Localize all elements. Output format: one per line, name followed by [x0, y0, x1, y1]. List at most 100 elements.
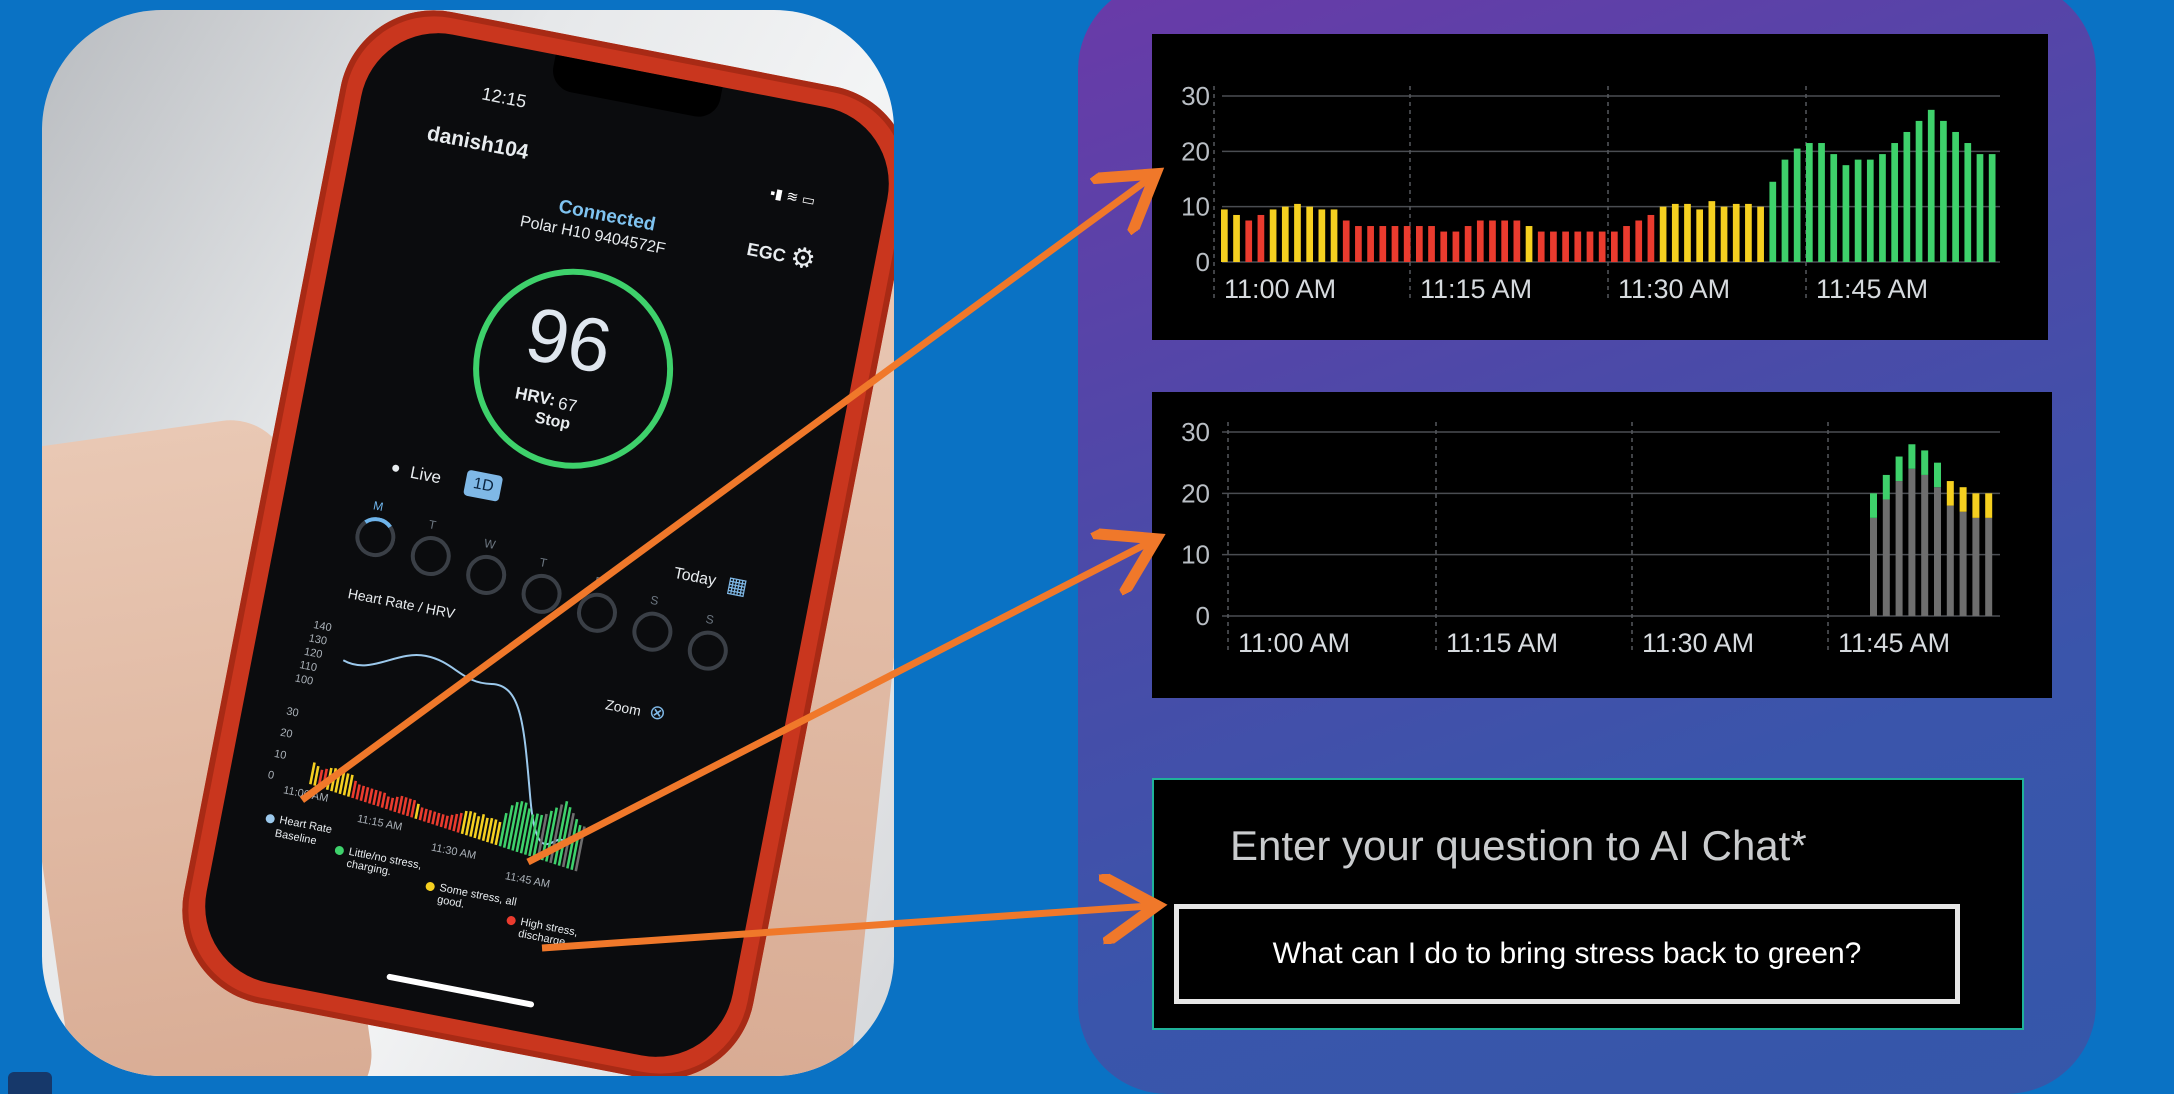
day-ring-wed[interactable] [462, 551, 510, 599]
y-tick-label: 0 [1196, 601, 1210, 631]
day-ring-thu[interactable] [518, 570, 566, 618]
bar [1623, 226, 1630, 262]
bar [1793, 148, 1801, 262]
bar [1806, 143, 1813, 262]
bar [1915, 120, 1923, 263]
bar-base [1895, 481, 1903, 616]
bar [1574, 231, 1582, 262]
score-value: 96 [519, 291, 619, 391]
bar-base [1959, 511, 1967, 616]
home-indicator[interactable] [386, 973, 535, 1008]
calendar-icon[interactable]: ▦ [724, 571, 750, 600]
bar [1513, 220, 1521, 262]
gear-icon[interactable]: ⚙ [788, 239, 819, 276]
day-ring-sat[interactable] [628, 608, 676, 656]
day-label: M [372, 498, 385, 514]
ai-chat-prompt: Enter your question to AI Chat* [1230, 822, 1807, 869]
bar [1927, 109, 1935, 262]
bar [1635, 220, 1643, 262]
legend-red-dot [505, 915, 517, 926]
mini-bar [431, 811, 437, 825]
mini-bar [376, 791, 382, 807]
bar [1708, 201, 1716, 262]
bar-top [1985, 493, 1993, 518]
mini-bar [422, 808, 428, 822]
bar-top [1972, 493, 1980, 518]
mini-bar [439, 814, 445, 828]
bar-top [1908, 444, 1916, 469]
today-button[interactable]: Today [672, 565, 717, 591]
bar [1294, 203, 1301, 262]
bar [1818, 143, 1825, 262]
bar-base [1882, 499, 1890, 616]
y-tick-label: 20 [1181, 478, 1210, 508]
bar [1342, 220, 1350, 262]
y-tick-label: 10 [1181, 192, 1210, 222]
bar-base [1870, 517, 1877, 616]
day-label: T [427, 517, 438, 533]
bar [1233, 214, 1240, 262]
ai-chat-input[interactable] [1174, 904, 1960, 1004]
bar-top [1934, 462, 1941, 488]
mini-stress-tick: 30 [285, 705, 300, 720]
bar [1379, 226, 1387, 262]
bar-base [1946, 505, 1954, 616]
bar [1257, 214, 1265, 262]
bar-base [1934, 487, 1941, 616]
y-tick-label: 0 [1196, 247, 1210, 277]
chart-title: Heart Rate / HRV [346, 585, 457, 622]
bar-top [1946, 481, 1954, 506]
bar [1891, 143, 1899, 262]
y-tick-label: 10 [1181, 540, 1210, 570]
bar-base [1972, 517, 1980, 616]
x-tick-label: 11:30 AM [1618, 274, 1730, 304]
day-label: T [538, 555, 549, 571]
bar [1391, 226, 1399, 262]
range-1d-button[interactable]: 1D [462, 469, 504, 503]
ecg-button[interactable]: EGC [745, 239, 787, 267]
bar [1964, 143, 1972, 262]
stress-chart-recent: 30 20 10 0 11:00 AM 11:15 AM 11:30 AM 11:45 AM [1152, 392, 2052, 698]
bar-base [1985, 517, 1993, 616]
live-dot-icon: ● [389, 458, 403, 478]
bar [1879, 154, 1886, 262]
bar [1769, 181, 1777, 262]
bar [1671, 203, 1679, 262]
bar [1403, 226, 1411, 262]
bar [1988, 154, 1996, 262]
live-toggle[interactable]: Live [408, 463, 443, 489]
x-tick-label: 11:45 AM [1816, 274, 1928, 304]
bar [1745, 203, 1752, 262]
mini-bar [389, 797, 395, 811]
day-ring-fri[interactable] [573, 589, 621, 637]
signal-icon: ▪▮ ≋ ▭ [768, 184, 817, 209]
username: danish104 [425, 121, 531, 164]
x-tick-label: 11:30 AM [1642, 628, 1754, 658]
day-label: S [704, 611, 716, 628]
bar [1598, 231, 1606, 262]
ai-chat-box: Enter your question to AI Chat* [1152, 778, 2024, 1030]
mini-bar [435, 812, 441, 826]
y-tick-label: 30 [1181, 417, 1210, 447]
day-ring-sun[interactable] [684, 627, 732, 675]
bar [1903, 131, 1911, 262]
mini-stress-tick: 10 [273, 747, 288, 763]
x-tick-label: 11:00 AM [1238, 628, 1350, 658]
day-ring-tue[interactable] [407, 532, 455, 580]
bar [1501, 220, 1509, 262]
bar [1757, 206, 1764, 262]
x-tick-label: 11:15 AM [1446, 628, 1558, 658]
mini-bar [414, 803, 420, 819]
mini-bar [368, 788, 374, 804]
stress-chart-full: 30 20 10 0 11:00 AM 11:15 AM 11:30 AM 11:45 AM [1152, 34, 2048, 340]
bar [1416, 226, 1423, 262]
y-tick-label: 30 [1181, 81, 1210, 111]
bar [1525, 226, 1533, 262]
bar [1659, 206, 1667, 262]
bar [1647, 214, 1655, 262]
photo-panel: 12:15 danish104 ▪▮ ≋ ▭ Connected Polar H… [42, 10, 894, 1076]
bar [1464, 226, 1472, 262]
day-ring-mon[interactable] [351, 513, 399, 561]
bar [1318, 209, 1326, 262]
bar [1428, 226, 1435, 262]
